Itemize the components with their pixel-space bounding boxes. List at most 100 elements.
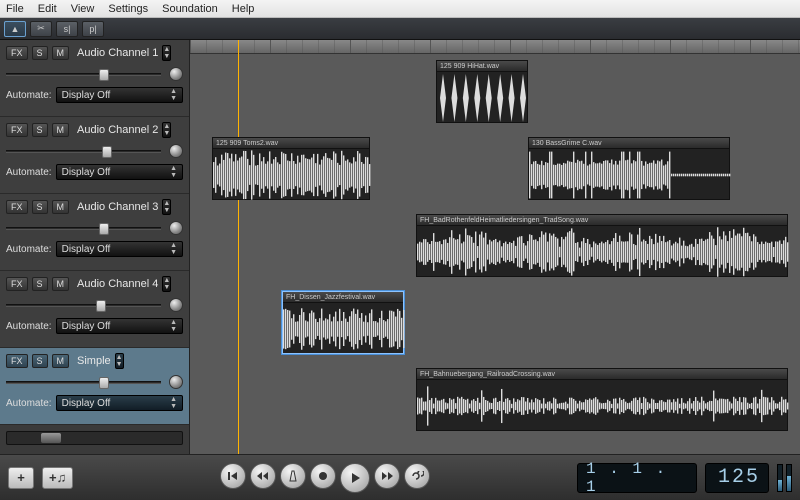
pan-knob[interactable] xyxy=(169,144,183,158)
pointer-tool[interactable]: ▲ xyxy=(4,21,26,37)
track-menu[interactable]: ▲▼ xyxy=(162,122,171,138)
mute-button[interactable]: M xyxy=(52,200,70,214)
track-header[interactable]: FX S M Simple ▲▼ Automate: Display Off▲▼ xyxy=(0,348,189,425)
waveform xyxy=(417,226,787,276)
automate-label: Automate: xyxy=(6,321,52,332)
cut-tool[interactable]: ✂ xyxy=(30,21,52,37)
transport-buttons xyxy=(220,463,430,493)
automate-dropdown[interactable]: Display Off▲▼ xyxy=(56,395,183,411)
track-name: Simple xyxy=(77,355,111,367)
solo-button[interactable]: S xyxy=(32,46,48,60)
automate-label: Automate: xyxy=(6,167,52,178)
timeline-arena[interactable]: 125 909 HiHat.wav 125 909 Toms2.wav 130 Ba… xyxy=(190,40,800,454)
pan-knob[interactable] xyxy=(169,67,183,81)
fx-button[interactable]: FX xyxy=(6,123,28,137)
track-name: Audio Channel 2 xyxy=(77,124,158,136)
clip-title: FH_Dissen_Jazzfestival.wav xyxy=(283,292,403,303)
mute-button[interactable]: M xyxy=(52,123,70,137)
automate-label: Automate: xyxy=(6,398,52,409)
track-name: Audio Channel 1 xyxy=(77,47,158,59)
audio-clip[interactable]: FH_Dissen_Jazzfestival.wav xyxy=(282,291,404,354)
solo-button[interactable]: S xyxy=(32,200,48,214)
sidebar-hscroll[interactable] xyxy=(6,431,183,445)
mute-button[interactable]: M xyxy=(52,354,70,368)
solo-button[interactable]: S xyxy=(32,354,48,368)
automate-dropdown[interactable]: Display Off▲▼ xyxy=(56,87,183,103)
clip-title: 125 909 Toms2.wav xyxy=(213,138,369,149)
track-menu[interactable]: ▲▼ xyxy=(162,45,171,61)
forward-button[interactable] xyxy=(374,463,400,489)
track-header[interactable]: FX S M Audio Channel 3 ▲▼ Automate: Disp… xyxy=(0,194,189,271)
track-header[interactable]: FX S M Audio Channel 1 ▲▼ Automate: Disp… xyxy=(0,40,189,117)
track-header[interactable]: FX S M Audio Channel 2 ▲▼ Automate: Disp… xyxy=(0,117,189,194)
solo-button[interactable]: S xyxy=(32,123,48,137)
menubar: File Edit View Settings Soundation Help xyxy=(0,0,800,18)
solo-button[interactable]: S xyxy=(32,277,48,291)
audio-clip[interactable]: 130 BassGrime C.wav xyxy=(528,137,730,200)
audio-clip[interactable]: 125 909 Toms2.wav xyxy=(212,137,370,200)
toolbar: ▲✂s|p| xyxy=(0,18,800,40)
automate-dropdown[interactable]: Display Off▲▼ xyxy=(56,164,183,180)
track-menu[interactable]: ▲▼ xyxy=(115,353,124,369)
add-track-button[interactable]: + xyxy=(8,467,34,489)
pan-knob[interactable] xyxy=(169,375,183,389)
track-name: Audio Channel 3 xyxy=(77,201,158,213)
volume-slider[interactable] xyxy=(6,374,183,390)
volume-slider[interactable] xyxy=(6,220,183,236)
rewind-button[interactable] xyxy=(250,463,276,489)
menu-view[interactable]: View xyxy=(71,3,95,15)
pencil-tool[interactable]: p| xyxy=(82,21,104,37)
playhead[interactable] xyxy=(238,40,239,454)
snap-tool[interactable]: s| xyxy=(56,21,78,37)
metronome-button[interactable] xyxy=(280,463,306,489)
automate-dropdown[interactable]: Display Off▲▼ xyxy=(56,318,183,334)
record-button[interactable] xyxy=(310,463,336,489)
pan-knob[interactable] xyxy=(169,298,183,312)
menu-help[interactable]: Help xyxy=(232,3,255,15)
transport-bar: + +♫ 1 . 1 . 1 125 xyxy=(0,454,800,500)
waveform xyxy=(417,380,787,430)
master-meters xyxy=(777,464,792,492)
add-audio-track-button[interactable]: +♫ xyxy=(42,467,73,489)
automate-dropdown[interactable]: Display Off▲▼ xyxy=(56,241,183,257)
fx-button[interactable]: FX xyxy=(6,200,28,214)
volume-slider[interactable] xyxy=(6,143,183,159)
track-header[interactable]: FX S M Audio Channel 4 ▲▼ Automate: Disp… xyxy=(0,271,189,348)
waveform xyxy=(283,303,403,353)
menu-edit[interactable]: Edit xyxy=(38,3,57,15)
audio-clip[interactable]: 125 909 HiHat.wav xyxy=(436,60,528,123)
pan-knob[interactable] xyxy=(169,221,183,235)
mute-button[interactable]: M xyxy=(52,46,70,60)
track-list: FX S M Audio Channel 1 ▲▼ Automate: Disp… xyxy=(0,40,189,425)
menu-settings[interactable]: Settings xyxy=(108,3,148,15)
ruler[interactable] xyxy=(190,40,800,54)
clip-title: 130 BassGrime C.wav xyxy=(529,138,729,149)
rewind-start-button[interactable] xyxy=(220,463,246,489)
bpm-display[interactable]: 125 xyxy=(705,463,769,493)
track-menu[interactable]: ▲▼ xyxy=(162,276,171,292)
menu-file[interactable]: File xyxy=(6,3,24,15)
volume-slider[interactable] xyxy=(6,297,183,313)
automate-label: Automate: xyxy=(6,244,52,255)
play-button[interactable] xyxy=(340,463,370,493)
volume-slider[interactable] xyxy=(6,66,183,82)
track-name: Audio Channel 4 xyxy=(77,278,158,290)
loop-button[interactable] xyxy=(404,463,430,489)
menu-soundation[interactable]: Soundation xyxy=(162,3,218,15)
audio-clip[interactable]: FH_Bahnuebergang_RailroadCrossing.wav xyxy=(416,368,788,431)
audio-clip[interactable]: FH_BadRothenfeldHeimatliedersingen_TradS… xyxy=(416,214,788,277)
clip-title: FH_Bahnuebergang_RailroadCrossing.wav xyxy=(417,369,787,380)
fx-button[interactable]: FX xyxy=(6,277,28,291)
waveform xyxy=(437,72,527,122)
clip-title: 125 909 HiHat.wav xyxy=(437,61,527,72)
waveform xyxy=(529,149,729,199)
time-display[interactable]: 1 . 1 . 1 xyxy=(577,463,697,493)
track-menu[interactable]: ▲▼ xyxy=(162,199,171,215)
fx-button[interactable]: FX xyxy=(6,354,28,368)
automate-label: Automate: xyxy=(6,90,52,101)
clip-title: FH_BadRothenfeldHeimatliedersingen_TradS… xyxy=(417,215,787,226)
track-sidebar: FX S M Audio Channel 1 ▲▼ Automate: Disp… xyxy=(0,40,190,454)
fx-button[interactable]: FX xyxy=(6,46,28,60)
waveform xyxy=(213,149,369,199)
mute-button[interactable]: M xyxy=(52,277,70,291)
